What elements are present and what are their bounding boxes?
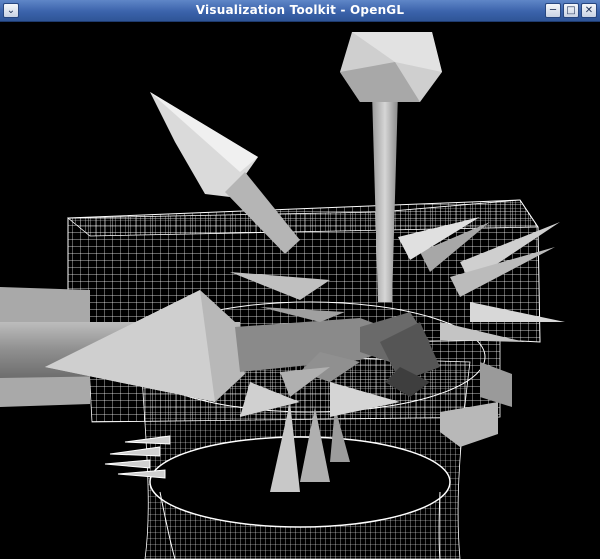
- close-button[interactable]: ✕: [581, 3, 597, 18]
- vtk-scene: [0, 32, 565, 559]
- render-viewport[interactable]: [0, 22, 600, 559]
- minimize-button[interactable]: ─: [545, 3, 561, 18]
- window-title: Visualization Toolkit - OpenGL: [195, 3, 405, 17]
- minimize-icon: ─: [549, 5, 557, 16]
- application-window: ⌄ Visualization Toolkit - OpenGL ─ □ ✕: [0, 0, 600, 559]
- title-bar[interactable]: ⌄ Visualization Toolkit - OpenGL ─ □ ✕: [0, 0, 600, 22]
- close-icon: ✕: [584, 5, 594, 16]
- maximize-button[interactable]: □: [563, 3, 579, 18]
- maximize-icon: □: [566, 5, 576, 16]
